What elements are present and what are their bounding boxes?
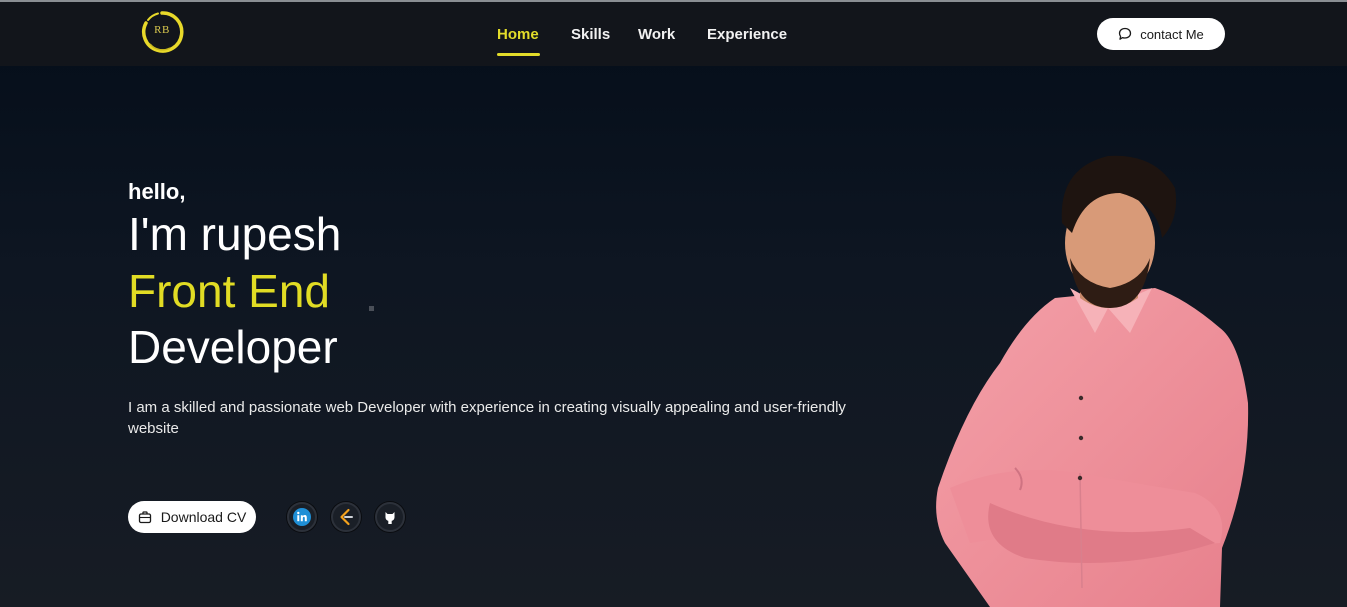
typing-cursor — [369, 306, 374, 311]
nav-experience[interactable]: Experience — [707, 26, 787, 43]
nav-home[interactable]: Home — [497, 26, 539, 43]
chat-bubble-icon — [1119, 27, 1132, 40]
nav-skills[interactable]: Skills — [571, 26, 610, 43]
hero-greeting: hello, — [128, 179, 186, 204]
download-cv-label: Download CV — [160, 509, 247, 525]
linkedin-link[interactable] — [287, 502, 317, 532]
hero-name: I'm rupesh — [128, 208, 342, 260]
leetcode-link[interactable] — [331, 502, 361, 532]
hero-role-typed: Front End — [128, 265, 330, 317]
download-cv-button[interactable]: Download CV — [128, 501, 256, 533]
github-icon — [385, 512, 395, 524]
contact-me-label: contact Me — [1140, 26, 1204, 42]
hero-role-second-line: Developer — [128, 321, 338, 373]
briefcase-icon — [138, 511, 151, 524]
linkedin-icon — [293, 508, 311, 526]
github-link[interactable] — [375, 502, 405, 532]
leetcode-icon — [340, 508, 353, 526]
nav-active-indicator — [497, 53, 540, 56]
profile-photo — [936, 155, 1249, 607]
nav-work[interactable]: Work — [638, 26, 675, 43]
logo[interactable]: RB — [140, 10, 184, 54]
contact-me-button[interactable]: contact Me — [1097, 18, 1225, 50]
navbar: RB Home Skills Work Experience contact M… — [0, 2, 1347, 66]
portfolio-page: RB Home Skills Work Experience contact M… — [0, 0, 1347, 607]
hero-description: I am a skilled and passionate web Develo… — [128, 399, 846, 437]
logo-text: RB — [154, 24, 170, 36]
